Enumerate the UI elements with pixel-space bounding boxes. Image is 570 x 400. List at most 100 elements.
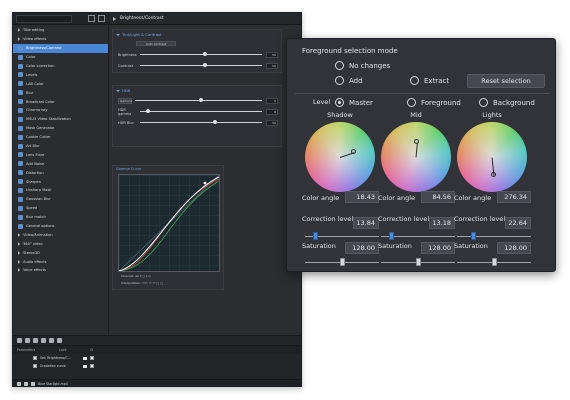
timeline-row[interactable]: Set: Brightness/C... — [13, 354, 301, 362]
sidebar-item[interactable]: Color — [13, 53, 108, 62]
auto-contrast-button[interactable]: Auto contrast — [136, 41, 176, 46]
value-slider[interactable] — [140, 63, 262, 67]
paste-icon[interactable] — [57, 338, 62, 343]
chevron-down-icon[interactable] — [83, 364, 87, 368]
column-header[interactable]: D — [91, 348, 93, 352]
correction-level-knob[interactable] — [471, 232, 476, 240]
radio-add[interactable]: Add — [335, 76, 363, 85]
sidebar-item[interactable]: LAB Color — [13, 79, 108, 88]
expand-icon[interactable] — [88, 15, 95, 22]
play-icon[interactable] — [17, 382, 21, 386]
value-field[interactable]: 50 — [266, 119, 278, 126]
chevron-right-icon[interactable] — [113, 16, 116, 21]
color-angle-field[interactable]: 18.43 — [345, 191, 379, 203]
sidebar-item[interactable]: Distortion — [13, 168, 108, 177]
column-header[interactable]: Parameters — [17, 348, 35, 352]
enable-checkbox[interactable] — [33, 356, 37, 360]
curve-control-point[interactable] — [203, 181, 207, 185]
sidebar-item[interactable]: Sharpen — [13, 177, 108, 186]
keyframe-icon[interactable] — [90, 356, 94, 360]
slider-knob[interactable] — [203, 52, 208, 56]
sidebar-item[interactable]: Cookie Cutter — [13, 133, 108, 142]
sidebar-item[interactable]: Speed — [13, 204, 108, 213]
sidebar-item[interactable]: 360° video — [13, 239, 108, 248]
saturation-field[interactable]: 128.00 — [421, 242, 455, 254]
radio-background[interactable]: Background — [479, 98, 535, 107]
timeline-row[interactable]: Gradation curve — [13, 362, 301, 370]
sidebar-item[interactable]: Levels — [13, 70, 108, 79]
value-field[interactable]: 50 — [266, 62, 278, 69]
radio-circle[interactable] — [335, 98, 344, 107]
slider-knob[interactable] — [203, 63, 208, 67]
sidebar-item[interactable]: Broadcast Color — [13, 97, 108, 106]
value-field[interactable]: 50 — [266, 51, 278, 58]
cut-icon[interactable] — [33, 338, 38, 343]
value-slider[interactable] — [140, 120, 262, 124]
chevron-down-icon[interactable] — [83, 356, 87, 360]
value-slider[interactable] — [140, 52, 262, 56]
sidebar-item[interactable]: Video effects — [13, 35, 108, 44]
radio-circle[interactable] — [335, 76, 344, 85]
correction-level-slider[interactable] — [457, 236, 531, 237]
redo-icon[interactable] — [25, 338, 30, 343]
correction-level-field[interactable]: 13.18 — [429, 217, 455, 229]
correction-level-field[interactable]: 22.64 — [505, 217, 531, 229]
copy-icon[interactable] — [49, 338, 54, 343]
value-field[interactable]: 0 — [266, 108, 278, 115]
sidebar-item[interactable]: MSU3 Video Stabilization — [13, 115, 108, 124]
stop-icon[interactable] — [24, 382, 28, 386]
column-header[interactable]: Lock — [59, 348, 66, 352]
curve-graph[interactable] — [118, 174, 220, 272]
sidebar-item[interactable]: Chroma key — [13, 106, 108, 115]
color-wheel[interactable] — [305, 122, 375, 192]
value-field[interactable]: 0 — [266, 97, 278, 104]
sidebar-item[interactable]: Unsharp Mask — [13, 186, 108, 195]
loop-icon[interactable] — [31, 382, 35, 386]
sidebar-item[interactable]: Lens Flare — [13, 150, 108, 159]
chevron-down-icon[interactable] — [116, 89, 120, 92]
enable-checkbox[interactable] — [33, 364, 37, 368]
sidebar-item[interactable]: Audio effects — [13, 257, 108, 266]
curve-interpolation-controls[interactable]: Interpolation: ▭▭ ▭ ▭ □ □ — [121, 281, 163, 285]
slider-knob[interactable] — [213, 120, 218, 124]
keyframe-icon[interactable] — [90, 364, 94, 368]
hdr-mode-dropdown[interactable]: Gamma — [118, 97, 132, 104]
curve-editor-canvas[interactable] — [118, 174, 220, 272]
sidebar-item[interactable]: Add Noise — [13, 159, 108, 168]
sidebar-item[interactable]: Blur match — [13, 213, 108, 222]
saturation-knob[interactable] — [492, 258, 497, 266]
correction-level-knob[interactable] — [389, 232, 395, 240]
color-wheel[interactable] — [457, 122, 527, 192]
slider-knob[interactable] — [146, 109, 151, 113]
saturation-knob[interactable] — [340, 258, 345, 266]
sidebar-item[interactable]: Art Blur — [13, 142, 108, 151]
sidebar-item[interactable]: Mask Generator — [13, 124, 108, 133]
radio-circle[interactable] — [407, 98, 416, 107]
wheel-handle[interactable] — [490, 171, 496, 177]
sidebar-item[interactable]: Brightness/Contrast — [13, 43, 108, 53]
saturation-knob[interactable] — [416, 258, 421, 266]
sidebar-item[interactable]: Color correction — [13, 62, 108, 71]
sidebar-item[interactable]: General options — [13, 222, 108, 231]
correction-level-field[interactable]: 13.84 — [353, 217, 379, 229]
saturation-field[interactable]: 128.00 — [345, 242, 379, 254]
delete-icon[interactable] — [41, 338, 46, 343]
color-angle-field[interactable]: 276.34 — [497, 191, 531, 203]
color-wheel[interactable] — [381, 122, 451, 192]
sidebar-item[interactable]: Title editing — [13, 26, 108, 35]
hdr-mode-slider[interactable] — [135, 98, 262, 102]
radio-no-changes[interactable]: No changes — [335, 61, 390, 70]
saturation-field[interactable]: 128.00 — [497, 242, 531, 254]
wheel-handle[interactable] — [351, 149, 357, 155]
curve-channel-controls[interactable]: Channel: All ▾ □ Lin — [121, 274, 151, 278]
sidebar-item[interactable]: Voice effects — [13, 266, 108, 275]
slider-knob[interactable] — [198, 98, 203, 102]
radio-circle[interactable] — [479, 98, 488, 107]
radio-circle[interactable] — [335, 61, 344, 70]
sidebar-item[interactable]: Stereo3D — [13, 248, 108, 257]
sidebar-item[interactable]: Video/Animation — [13, 230, 108, 239]
reset-selection-button[interactable]: Reset selection — [467, 74, 545, 88]
radio-circle[interactable] — [410, 76, 419, 85]
radio-foreground[interactable]: Foreground — [407, 98, 461, 107]
sidebar-item[interactable]: Blur — [13, 88, 108, 97]
